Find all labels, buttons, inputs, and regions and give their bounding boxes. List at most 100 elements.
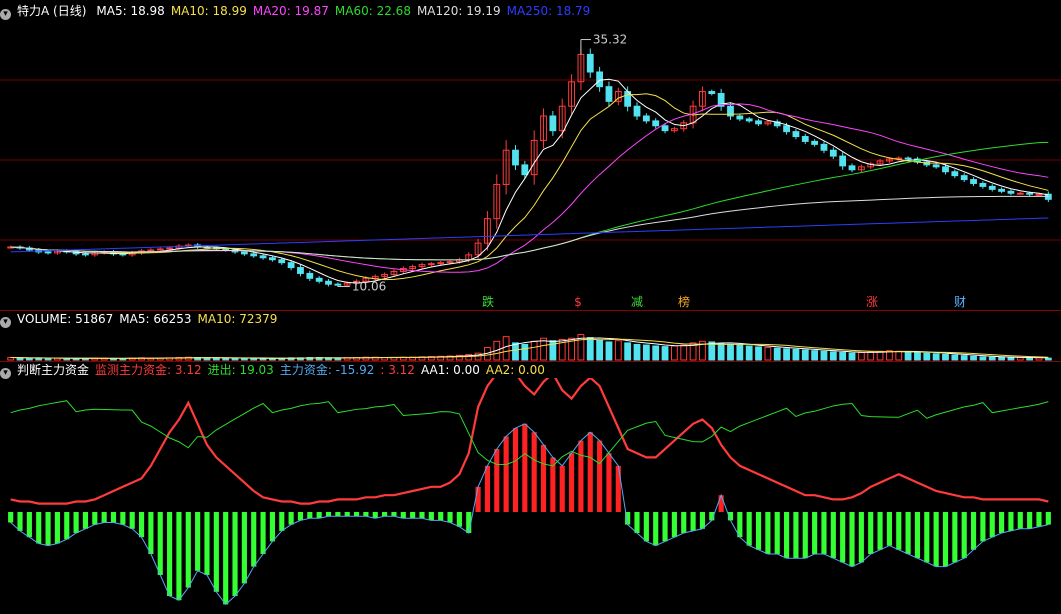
candle-body-102 — [960, 175, 968, 181]
volume-bar-23 — [222, 357, 230, 361]
fund-bar-28 — [269, 512, 275, 542]
low-price-label: 10.06 — [352, 280, 386, 294]
fund-bar-15 — [148, 512, 154, 554]
extra-label: : 3.12 — [380, 363, 415, 377]
volume-bar-56 — [530, 340, 538, 361]
volume-bar-80 — [755, 346, 762, 361]
fund-bar-19 — [185, 512, 191, 588]
candle-body-99 — [932, 164, 940, 168]
candle-body-108 — [1016, 192, 1024, 195]
volume-bar-103 — [970, 355, 977, 361]
fund-bar-59 — [559, 465, 565, 512]
fund-bar-12 — [120, 512, 126, 525]
fund-bar-13 — [129, 512, 135, 529]
fund-bar-25 — [241, 512, 247, 584]
fund-bar-99 — [933, 512, 939, 567]
ma60-label: MA60: 22.68 — [334, 4, 411, 18]
volume-bar-104 — [979, 356, 987, 361]
volume-bar-86 — [811, 350, 819, 361]
fund-bar-34 — [325, 512, 332, 517]
candle-body-31 — [297, 267, 304, 274]
event-marker-3: 榜 — [678, 294, 690, 309]
indicator-header: ▾ 判断主力资金 监测主力资金: 3.12 进出: 19.03 主力资金: -15.92… — [0, 361, 551, 379]
fund-bar-18 — [176, 512, 182, 601]
fund-bar-7 — [73, 512, 79, 533]
volume-bar-91 — [857, 352, 865, 361]
volume-bar-98 — [923, 352, 931, 361]
candle-body-62 — [586, 53, 594, 73]
candle-body-87 — [820, 143, 828, 151]
candle-body-80 — [755, 120, 762, 125]
fund-bar-105 — [989, 512, 995, 538]
volume-bar-108 — [1016, 357, 1024, 361]
event-marker-4: 涨 — [866, 294, 878, 309]
price-chart[interactable]: 35.32 10.06 跌 $ 减 榜 涨 财 — [0, 20, 1061, 310]
volume-bar-100 — [942, 353, 949, 361]
volume-bar-64 — [605, 341, 613, 361]
fund-bar-94 — [886, 512, 892, 546]
ma120-label: MA120: 19.19 — [416, 4, 501, 18]
fund-bar-46 — [438, 512, 444, 521]
fund-bar-16 — [157, 512, 163, 575]
fund-bar-10 — [101, 512, 107, 523]
candle-body-8 — [82, 253, 89, 256]
volume-bar-2 — [25, 357, 33, 361]
volume-chart[interactable] — [0, 327, 1061, 361]
candle-body-86 — [811, 140, 819, 145]
volume-bar-105 — [988, 356, 996, 361]
fund-bar-89 — [840, 512, 846, 563]
candle-body-15 — [147, 249, 155, 252]
fund-bar-63 — [597, 440, 603, 512]
candle-body-101 — [951, 171, 959, 177]
volume-bar-111 — [1044, 357, 1052, 361]
volume-bar-96 — [904, 351, 912, 361]
fund-bar-39 — [372, 512, 378, 519]
fund-bar-6 — [64, 512, 70, 540]
high-price-label: 35.32 — [593, 33, 627, 47]
volume-bar-82 — [773, 347, 781, 361]
fund-bar-5 — [54, 512, 60, 544]
chevron-down-icon[interactable]: ▾ — [0, 9, 11, 20]
fund-bar-76 — [718, 495, 724, 512]
indicator-title: 判断主力资金 — [17, 363, 90, 377]
volume-bar-55 — [521, 343, 529, 361]
fund-bar-65 — [615, 465, 621, 512]
fund-bar-2 — [26, 512, 32, 538]
ma250-line — [10, 217, 1049, 253]
fund-bar-90 — [849, 512, 855, 567]
fund-bar-37 — [353, 512, 360, 517]
fund-bar-47 — [447, 512, 453, 523]
fund-bar-93 — [877, 512, 883, 550]
fund-bar-32 — [307, 512, 313, 519]
volume-bar-57 — [540, 337, 547, 361]
candle-body-96 — [904, 157, 912, 160]
candle-body-75 — [708, 91, 716, 95]
volume-bar-62 — [586, 337, 594, 361]
monitor-label: 监测主力资金: 3.12 — [95, 363, 202, 377]
fund-bar-82 — [774, 512, 780, 554]
fund-bar-56 — [531, 432, 537, 512]
fund-bar-35 — [335, 512, 341, 517]
volume-bar-90 — [848, 352, 856, 361]
candle-body-67 — [633, 105, 641, 117]
volume-bar-78 — [736, 344, 744, 361]
fund-bar-61 — [578, 440, 584, 512]
candle-body-54 — [512, 149, 519, 166]
fund-bar-40 — [382, 512, 388, 517]
candle-body-55 — [521, 164, 529, 176]
fund-bar-87 — [821, 512, 827, 554]
volume-bar-92 — [867, 351, 875, 361]
fund-bar-0 — [8, 512, 14, 523]
candle-body-47 — [446, 261, 454, 264]
fund-bar-86 — [812, 512, 818, 554]
candle-body-63 — [596, 71, 604, 88]
fund-bar-103 — [970, 512, 977, 550]
ma10-label: MA10: 18.99 — [170, 4, 247, 18]
fund-bar-111 — [1045, 512, 1051, 525]
indicator-chart[interactable] — [0, 378, 1061, 614]
fund-bar-68 — [643, 512, 649, 542]
fund-bar-91 — [858, 512, 864, 563]
fund-bar-83 — [784, 512, 790, 559]
volume-bar-107 — [1007, 357, 1015, 361]
volume-header: ▾ VOLUME: 51867 MA5: 66253 MA10: 72379 — [0, 310, 283, 328]
